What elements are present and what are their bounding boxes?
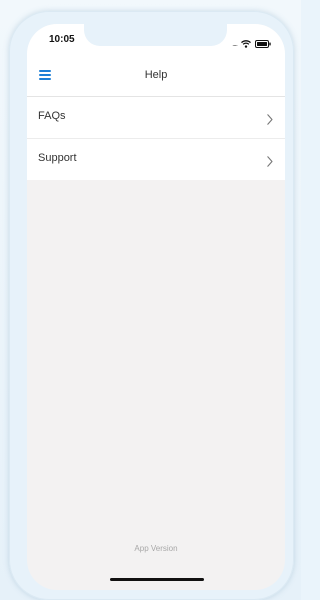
list-item-label: FAQs bbox=[38, 110, 66, 122]
chevron-right-icon bbox=[267, 112, 273, 125]
chevron-right-icon bbox=[267, 154, 273, 167]
status-icons: .... bbox=[232, 35, 271, 53]
app-version-label: App Version bbox=[134, 544, 178, 553]
home-indicator bbox=[110, 578, 204, 581]
status-time: 10:05 bbox=[49, 34, 75, 45]
page-title: Help bbox=[144, 69, 168, 81]
status-bar: 10:05 .... bbox=[27, 24, 285, 56]
app-header: Help bbox=[27, 56, 285, 97]
list-item-label: Support bbox=[38, 152, 77, 164]
battery-icon bbox=[255, 35, 271, 53]
notch bbox=[84, 24, 227, 46]
phone-screen: 10:05 .... Help FAQs Support App Version bbox=[27, 24, 285, 590]
wifi-icon bbox=[241, 35, 251, 53]
canvas: 10:05 .... Help FAQs Support App Version bbox=[0, 0, 301, 600]
list-item-faqs[interactable]: FAQs bbox=[27, 97, 285, 139]
help-options-list: FAQs Support bbox=[27, 97, 285, 180]
list-item-support[interactable]: Support bbox=[27, 139, 285, 180]
signal-strength-icon: .... bbox=[232, 39, 238, 48]
